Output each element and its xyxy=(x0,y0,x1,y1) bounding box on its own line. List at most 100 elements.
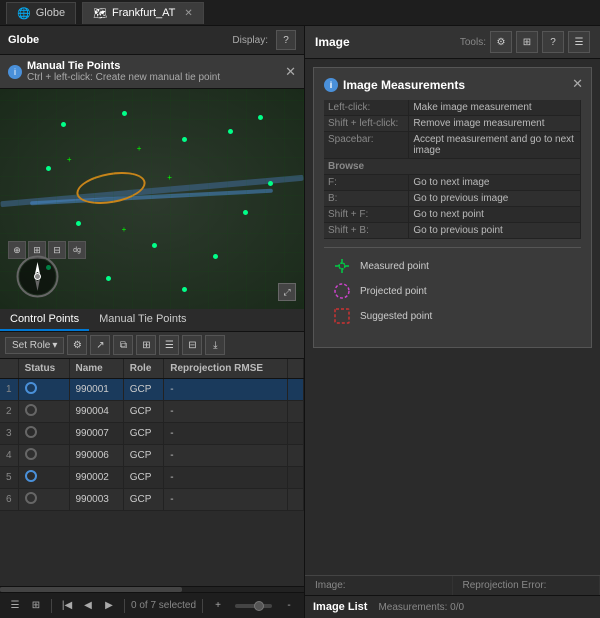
image-bottom: Image: Reprojection Error: Image List Me… xyxy=(305,575,600,618)
legend-measured: Measured point xyxy=(332,256,573,276)
col-role[interactable]: Role xyxy=(123,359,164,379)
legend: Measured point Projected point xyxy=(324,247,581,337)
img-tabs-row: Image: Reprojection Error: xyxy=(305,576,600,596)
row-role: GCP xyxy=(123,445,164,467)
map-info-btn[interactable]: dg xyxy=(68,241,86,259)
suggested-point-icon xyxy=(332,306,352,326)
map-view-icon[interactable]: ⊞ xyxy=(27,597,45,615)
row-num: 2 xyxy=(0,401,18,423)
tab-frankfurt[interactable]: 🗺 Frankfurt_AT ✕ xyxy=(82,2,204,24)
export-btn[interactable]: ⤓ xyxy=(205,335,225,355)
browse-key-3: Shift + F: xyxy=(324,207,409,223)
globe-header: Globe Display: ? xyxy=(0,26,304,55)
row-role: GCP xyxy=(123,467,164,489)
image-list-title: Image List xyxy=(313,601,367,613)
col-name[interactable]: Name xyxy=(69,359,123,379)
prev-page-icon[interactable]: ◀ xyxy=(79,597,97,615)
table-icon[interactable]: ☰ xyxy=(6,597,24,615)
instruction-key-2: Shift + left-click: xyxy=(324,116,409,132)
row-role: GCP xyxy=(123,401,164,423)
row-name: 990003 xyxy=(69,489,123,511)
col-status[interactable]: Status xyxy=(18,359,69,379)
measurements-count: Measurements: 0/0 xyxy=(378,602,464,613)
row-role: GCP xyxy=(123,423,164,445)
table-row[interactable]: 1 990001 GCP - xyxy=(0,379,304,401)
projected-point-label: Projected point xyxy=(360,286,427,297)
help-btn[interactable]: ? xyxy=(542,31,564,53)
instruction-val-2: Remove image measurement xyxy=(409,116,581,132)
mtp-close-button[interactable]: ✕ xyxy=(285,64,296,80)
first-page-icon[interactable]: |◀ xyxy=(58,597,76,615)
browse-key-1: F: xyxy=(324,175,409,191)
grid-view-btn[interactable]: ⊞ xyxy=(516,31,538,53)
image-tab-cell: Image: xyxy=(305,576,453,595)
suggested-point-label: Suggested point xyxy=(360,311,432,322)
table-row[interactable]: 4 990006 GCP - xyxy=(0,445,304,467)
instruction-key-3: Spacebar: xyxy=(324,132,409,159)
select-btn[interactable]: ↗ xyxy=(90,335,110,355)
help-button[interactable]: ? xyxy=(276,30,296,50)
mtp-icon: i xyxy=(8,65,22,79)
col-rmse[interactable]: Reprojection RMSE xyxy=(164,359,288,379)
table-row[interactable]: 3 990007 GCP - xyxy=(0,423,304,445)
map-area[interactable]: + + + + ⊕ ⊞ ⊟ dg xyxy=(0,89,304,309)
control-points-table[interactable]: Status Name Role Reprojection RMSE 1 990… xyxy=(0,359,304,586)
menu-btn[interactable]: ☰ xyxy=(568,31,590,53)
row-rmse: - xyxy=(164,423,288,445)
tab-control-points[interactable]: Control Points xyxy=(0,309,89,331)
tab-globe[interactable]: 🌐 Globe xyxy=(6,2,76,24)
tools-dropdown-btn[interactable]: ⚙ xyxy=(490,31,512,53)
browse-key-2: B: xyxy=(324,191,409,207)
table-row[interactable]: 6 990003 GCP - xyxy=(0,489,304,511)
globe-title: Globe xyxy=(8,34,39,46)
top-bar: 🌐 Globe 🗺 Frankfurt_AT ✕ xyxy=(0,0,600,26)
row-rmse: - xyxy=(164,401,288,423)
selection-info: 0 of 7 selected xyxy=(131,600,196,611)
row-name: 990007 xyxy=(69,423,123,445)
image-measurements-panel: i Image Measurements ✕ Left-click: Make … xyxy=(313,67,592,348)
row-status xyxy=(18,423,69,445)
instruction-val-1: Make image measurement xyxy=(409,100,581,116)
row-name: 990002 xyxy=(69,467,123,489)
image-label: Image: xyxy=(315,580,346,591)
play-icon[interactable]: ▶ xyxy=(100,597,118,615)
im-icon: i xyxy=(324,78,338,92)
mtp-bar: i Manual Tie Points Ctrl + left-click: C… xyxy=(0,55,304,89)
table-row[interactable]: 2 990004 GCP - xyxy=(0,401,304,423)
row-status xyxy=(18,379,69,401)
instruction-key-1: Left-click: xyxy=(324,100,409,116)
image-list-section: Image List Measurements: 0/0 xyxy=(305,596,600,618)
map-extent-button[interactable]: ⤢ xyxy=(278,283,296,301)
image-panel-title: Image xyxy=(315,35,350,49)
table-row[interactable]: 5 990002 GCP - xyxy=(0,467,304,489)
legend-projected: Projected point xyxy=(332,281,573,301)
zoom-slider[interactable] xyxy=(235,604,272,608)
measured-point-label: Measured point xyxy=(360,261,429,272)
browse-val-4: Go to previous point xyxy=(409,223,581,239)
grid-btn[interactable]: ⊟ xyxy=(182,335,202,355)
zoom-out-icon[interactable]: - xyxy=(280,597,298,615)
browse-val-2: Go to previous image xyxy=(409,191,581,207)
row-status xyxy=(18,489,69,511)
cp-toolbar: Set Role ▾ ⚙ ↗ ⧉ ⊞ ☰ ⊟ ⤓ xyxy=(0,332,304,359)
browse-key-4: Shift + B: xyxy=(324,223,409,239)
copy-btn[interactable]: ⧉ xyxy=(113,335,133,355)
map-icon: 🗺 xyxy=(93,7,107,20)
display-label: Display: xyxy=(232,35,268,46)
row-num: 5 xyxy=(0,467,18,489)
browse-section-title: Browse xyxy=(324,159,581,175)
tab-manual-tie-points[interactable]: Manual Tie Points xyxy=(89,309,196,331)
left-panel: Globe Display: ? i Manual Tie Points Ctr… xyxy=(0,26,305,618)
im-close-button[interactable]: ✕ xyxy=(572,76,583,92)
list-btn[interactable]: ☰ xyxy=(159,335,179,355)
close-tab-icon[interactable]: ✕ xyxy=(184,8,192,19)
zoom-in-icon[interactable]: + xyxy=(209,597,227,615)
set-role-button[interactable]: Set Role ▾ xyxy=(5,337,64,354)
import-btn[interactable]: ⊞ xyxy=(136,335,156,355)
row-num: 6 xyxy=(0,489,18,511)
row-role: GCP xyxy=(123,489,164,511)
browse-val-3: Go to next point xyxy=(409,207,581,223)
mtp-title: Manual Tie Points xyxy=(27,60,220,72)
compass[interactable] xyxy=(15,254,60,299)
filter-btn[interactable]: ⚙ xyxy=(67,335,87,355)
